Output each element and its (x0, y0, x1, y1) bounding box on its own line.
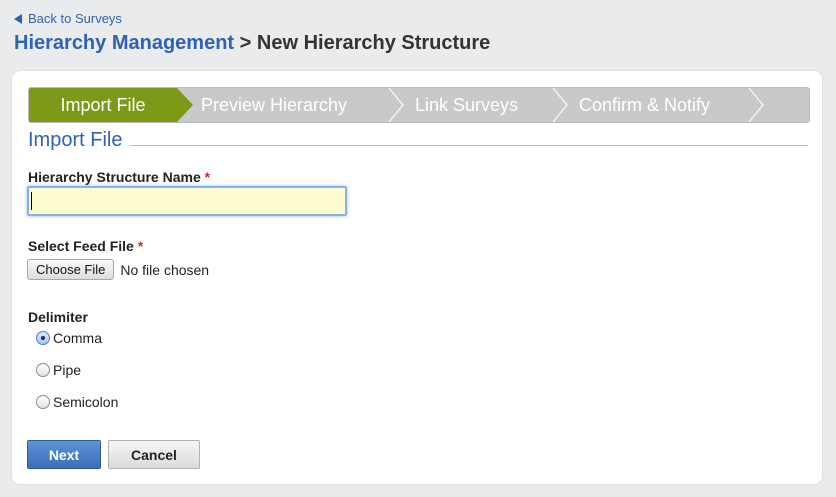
cancel-button[interactable]: Cancel (108, 440, 200, 469)
section-title: Import File (28, 129, 131, 152)
delimiter-option-pipe[interactable]: Pipe (36, 362, 81, 378)
breadcrumb-separator: > (239, 32, 252, 54)
delimiter-option-comma[interactable]: Comma (36, 330, 102, 346)
back-to-surveys-link[interactable]: Back to Surveys (14, 11, 122, 26)
required-marker: * (204, 169, 211, 185)
wizard-step-link-surveys: Link Surveys (415, 95, 519, 115)
text-caret (31, 192, 32, 210)
current-page-title: New Hierarchy Structure (256, 32, 491, 54)
triangle-left-icon (14, 13, 22, 24)
choose-file-button[interactable]: Choose File (27, 259, 115, 280)
delimiter-option-semicolon[interactable]: Semicolon (36, 394, 118, 410)
wizard-step-preview-hierarchy: Preview Hierarchy (201, 95, 348, 115)
feed-file-label-text: Select Feed File (28, 238, 134, 254)
delimiter-option-label: Pipe (53, 362, 82, 378)
radio-unchecked-icon[interactable] (36, 363, 50, 377)
radio-unchecked-icon[interactable] (36, 395, 50, 409)
main-panel: Import File Preview Hierarchy Link Surve… (12, 71, 822, 484)
chevron-right-icon (748, 88, 764, 122)
file-picker: Choose File No file chosen (27, 259, 209, 280)
wizard-step-import-file: Import File (29, 88, 177, 122)
required-marker: * (137, 238, 144, 254)
wizard-step-confirm-notify: Confirm & Notify (579, 95, 711, 115)
delimiter-option-label: Semicolon (53, 394, 119, 410)
feed-file-label: Select Feed File * (28, 238, 143, 254)
breadcrumb-hierarchy-management[interactable]: Hierarchy Management (14, 32, 234, 54)
chevron-right-icon (552, 88, 568, 122)
next-button[interactable]: Next (27, 440, 101, 469)
hierarchy-name-label-text: Hierarchy Structure Name (28, 169, 201, 185)
section-header: Import File (28, 129, 808, 153)
chevron-right-icon (388, 88, 404, 122)
file-status-text: No file chosen (120, 261, 210, 278)
wizard-steps: Import File Preview Hierarchy Link Surve… (28, 87, 810, 123)
hierarchy-name-input[interactable] (27, 186, 347, 216)
active-step-arrow (177, 88, 193, 122)
radio-checked-icon[interactable] (36, 331, 50, 345)
delimiter-option-label: Comma (53, 330, 103, 346)
section-divider (28, 145, 808, 146)
delimiter-label: Delimiter (28, 309, 88, 325)
back-link-label: Back to Surveys (28, 11, 122, 26)
hierarchy-name-label: Hierarchy Structure Name * (28, 169, 210, 185)
page-title: Hierarchy Management > New Hierarchy Str… (14, 32, 490, 55)
